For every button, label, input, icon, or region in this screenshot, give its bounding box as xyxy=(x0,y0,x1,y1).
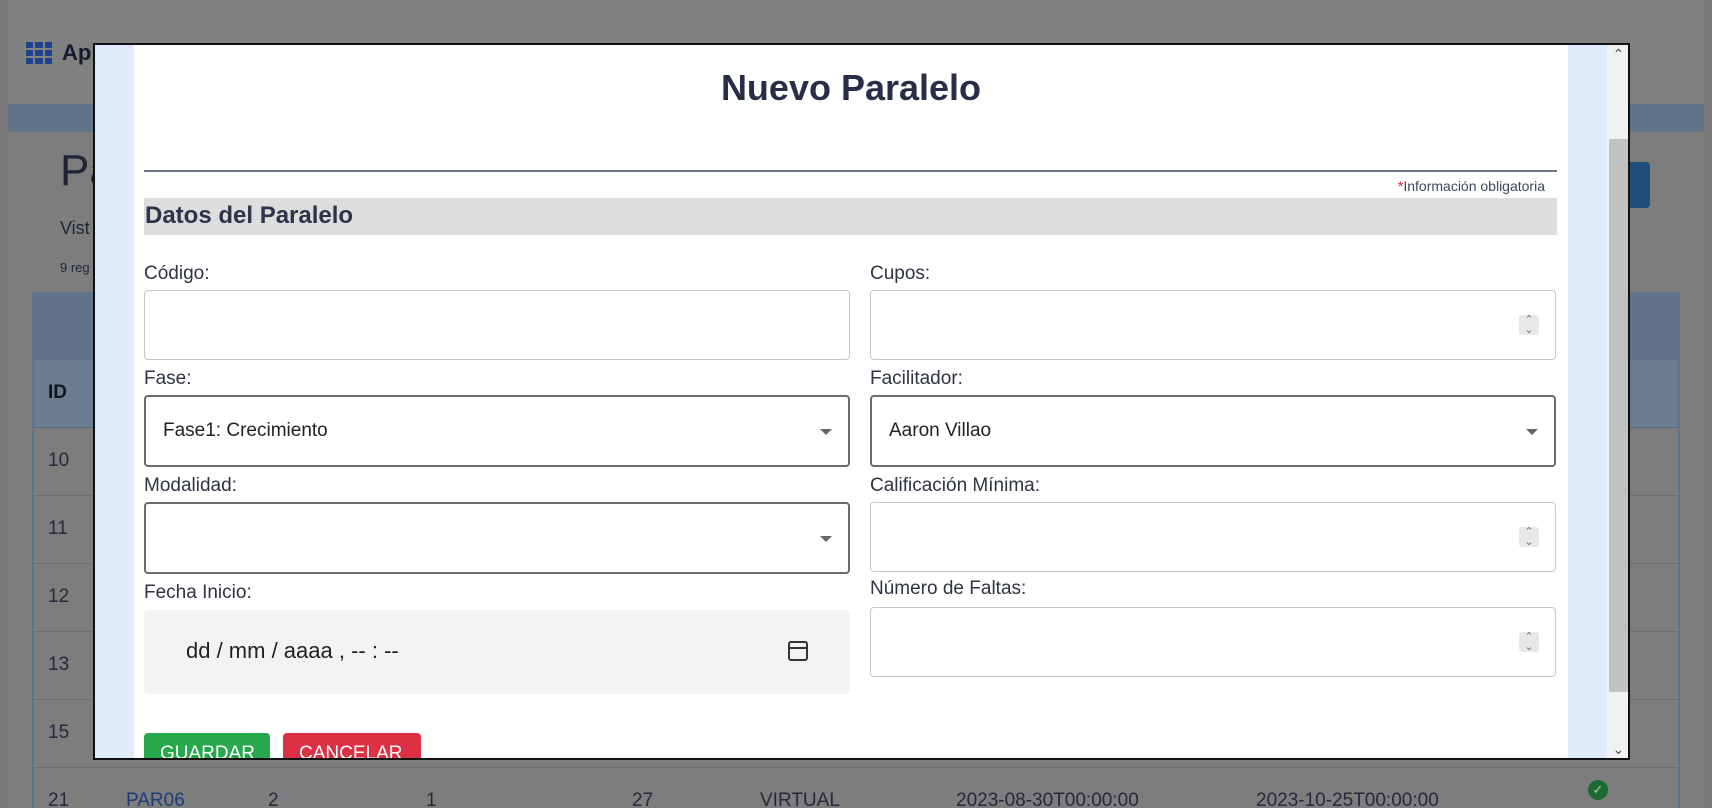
page-subtitle: Vist xyxy=(60,218,90,238)
facilitador-value: Aaron Villao xyxy=(889,420,992,441)
scroll-up-arrow-icon[interactable]: ⌃ xyxy=(1607,45,1628,63)
cell-value: 27 xyxy=(632,790,654,808)
cupos-label: Cupos: xyxy=(870,263,931,284)
cell-value: 1 xyxy=(426,790,437,808)
codigo-input[interactable] xyxy=(144,290,850,360)
spinner-icon[interactable]: ⌃ ⌄ xyxy=(1519,632,1539,653)
new-paralelo-modal: ⌃ ⌄ Nuevo Paralelo *Información obligato… xyxy=(93,43,1630,760)
app-title: Ap xyxy=(62,40,92,65)
calendar-icon[interactable] xyxy=(788,641,808,661)
cell-fecha-fin: 2023-10-25T00:00:00 xyxy=(1256,790,1439,808)
modal-right-rail xyxy=(1568,45,1607,758)
calificacion-label: Calificación Mínima: xyxy=(870,475,1040,496)
scroll-thumb[interactable] xyxy=(1609,139,1628,692)
cell-modalidad: VIRTUAL xyxy=(760,790,840,808)
cell-id: 12 xyxy=(48,586,70,607)
cell-value: 2 xyxy=(268,790,279,808)
section-heading: Datos del Paralelo xyxy=(144,198,1557,235)
chevron-down-icon xyxy=(1526,429,1538,435)
cell-codigo-link[interactable]: PAR06 xyxy=(126,790,185,808)
save-button[interactable]: GUARDAR xyxy=(144,733,270,758)
check-circle-icon: ✓ xyxy=(1588,780,1608,800)
record-count: 9 reg xyxy=(60,260,90,275)
spinner-icon[interactable]: ⌃ ⌄ xyxy=(1519,315,1539,336)
facilitador-label: Facilitador: xyxy=(870,368,963,389)
fase-value: Fase1: Crecimiento xyxy=(163,420,328,441)
calificacion-input[interactable]: ⌃ ⌄ xyxy=(870,502,1556,572)
cupos-input[interactable]: ⌃ ⌄ xyxy=(870,290,1556,360)
cancel-button[interactable]: CANCELAR xyxy=(283,733,421,758)
cell-id: 11 xyxy=(48,518,68,539)
codigo-label: Código: xyxy=(144,263,210,284)
cell-id: 10 xyxy=(48,450,70,471)
fecha-inicio-label: Fecha Inicio: xyxy=(144,582,252,603)
modalidad-label: Modalidad: xyxy=(144,475,237,496)
fecha-inicio-value: dd / mm / aaaa , -- : -- xyxy=(186,638,399,663)
modal-title: Nuevo Paralelo xyxy=(720,67,982,108)
required-note-text: Información obligatoria xyxy=(1403,178,1545,194)
apps-grid-icon xyxy=(26,42,52,64)
chevron-down-icon xyxy=(820,429,832,435)
column-header-id: ID xyxy=(48,382,67,403)
required-info-note: *Información obligatoria xyxy=(1398,178,1545,194)
fase-select[interactable]: Fase1: Crecimiento xyxy=(144,395,850,467)
chevron-down-icon xyxy=(820,536,832,542)
faltas-label: Número de Faltas: xyxy=(870,578,1027,599)
fecha-inicio-input[interactable]: dd / mm / aaaa , -- : -- xyxy=(144,610,850,694)
table-row[interactable]: 21 PAR06 2 1 27 VIRTUAL 2023-08-30T00:00… xyxy=(34,768,1678,808)
spinner-icon[interactable]: ⌃ ⌄ xyxy=(1519,527,1539,548)
cell-id: 13 xyxy=(48,654,70,675)
cell-id: 15 xyxy=(48,722,70,743)
cell-id: 21 xyxy=(48,790,70,808)
cell-fecha-inicio: 2023-08-30T00:00:00 xyxy=(956,790,1139,808)
faltas-input[interactable]: ⌃ ⌄ xyxy=(870,607,1556,677)
facilitador-select[interactable]: Aaron Villao xyxy=(870,395,1556,467)
scroll-down-arrow-icon[interactable]: ⌄ xyxy=(1607,740,1628,758)
modal-left-rail xyxy=(95,45,134,758)
modalidad-select[interactable] xyxy=(144,502,850,574)
title-divider xyxy=(144,170,1557,172)
fase-label: Fase: xyxy=(144,368,192,389)
modal-scrollbar[interactable]: ⌃ ⌄ xyxy=(1607,45,1628,758)
